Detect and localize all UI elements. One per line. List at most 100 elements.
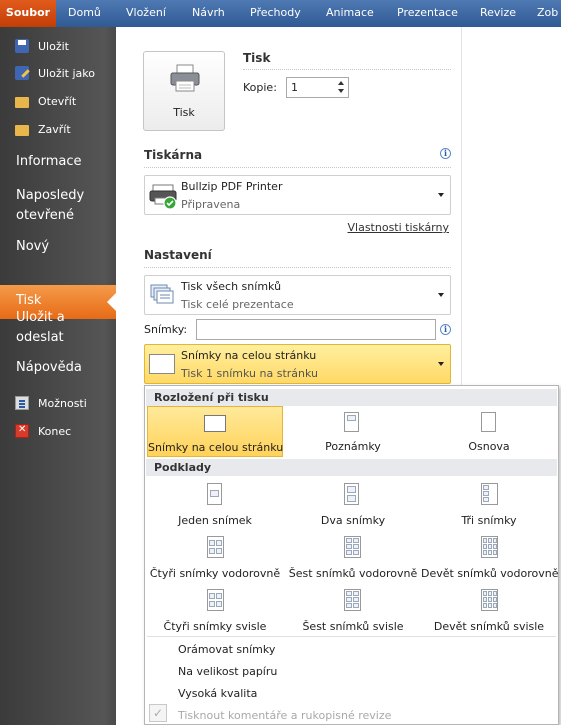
tab-soubor[interactable]: Soubor — [0, 0, 56, 27]
handout-9-horizontal[interactable]: Devět snímků vodorovně — [421, 534, 559, 584]
nav-open[interactable]: Otevřít — [0, 88, 116, 114]
handout-3-icon — [481, 483, 498, 505]
layout-full-page-label: Snímky na celou stránku — [148, 441, 284, 454]
handout-9h-icon — [481, 536, 498, 558]
slides-range-title: Tisk všech snímků — [181, 280, 282, 293]
print-layout-select[interactable]: Snímky na celou stránku Tisk 1 snímku na… — [144, 344, 451, 384]
full-page-slide-icon — [149, 354, 175, 374]
option-high-quality[interactable]: Vysoká kvalita — [178, 687, 257, 700]
printer-icon — [170, 64, 200, 92]
layout-full-page[interactable]: Snímky na celou stránku — [147, 406, 283, 457]
spinner-down-icon[interactable] — [338, 89, 344, 93]
nav-save-as-label: Uložit jako — [38, 66, 95, 80]
handout-4v-icon — [207, 589, 224, 611]
print-layout-desc: Tisk 1 snímku na stránku — [181, 367, 318, 380]
handout-2-slides[interactable]: Dva snímky — [285, 481, 421, 531]
layout-outline[interactable]: Osnova — [421, 406, 557, 457]
nav-help[interactable]: Nápověda — [16, 358, 82, 378]
slides-range-desc: Tisk celé prezentace — [181, 298, 294, 311]
nav-save-label: Uložit — [38, 39, 69, 53]
gallery-layout-heading: Rozložení při tisku — [146, 389, 557, 406]
print-layout-title: Snímky na celou stránku — [181, 349, 317, 362]
settings-separator — [144, 267, 451, 268]
printer-properties-link[interactable]: Vlastnosti tiskárny — [348, 221, 450, 234]
handout-1-slide[interactable]: Jeden snímek — [147, 481, 283, 531]
chevron-down-icon — [438, 293, 444, 297]
handout-6v-icon — [344, 589, 361, 611]
printer-heading: Tiskárna — [144, 148, 203, 162]
nav-exit[interactable]: Konec — [0, 418, 116, 444]
spinner-up-icon[interactable] — [338, 81, 344, 85]
print-button[interactable]: Tisk — [143, 51, 225, 131]
nav-print-label: Tisk — [16, 293, 42, 308]
tab-zobrazeni[interactable]: Zob — [537, 0, 558, 27]
gallery-handouts-heading: Podklady — [146, 459, 557, 476]
nav-open-label: Otevřít — [38, 94, 77, 108]
tab-animace[interactable]: Animace — [326, 0, 374, 27]
nav-save[interactable]: Uložit — [0, 33, 116, 59]
layout-notes[interactable]: Poznámky — [285, 406, 421, 457]
full-page-icon — [204, 415, 226, 432]
printer-info-icon[interactable]: i — [440, 148, 451, 159]
handout-4h-label: Čtyři snímky vodorovně — [149, 567, 281, 580]
slides-range-select[interactable]: Tisk všech snímků Tisk celé prezentace — [144, 275, 451, 315]
nav-save-send-line1: Uložit a — [16, 310, 65, 325]
save-as-icon — [15, 66, 29, 80]
gallery-options-separator — [147, 636, 556, 637]
tab-prechody[interactable]: Přechody — [250, 0, 301, 27]
print-comments-checkbox[interactable]: ✓ — [149, 704, 167, 722]
handout-6-horizontal[interactable]: Šest snímků vodorovně — [285, 534, 421, 584]
save-icon — [15, 39, 29, 53]
options-icon — [15, 396, 29, 410]
slides-info-icon[interactable]: i — [440, 324, 451, 335]
nav-save-as[interactable]: Uložit jako — [0, 60, 116, 86]
handout-3-label: Tři snímky — [461, 514, 517, 527]
handout-9-vertical[interactable]: Devět snímků svisle — [421, 587, 557, 637]
copies-value: 1 — [291, 81, 298, 94]
handout-1-label: Jeden snímek — [178, 514, 252, 527]
nav-options-label: Možnosti — [38, 396, 87, 410]
handout-9v-icon — [481, 589, 498, 611]
handout-4v-label: Čtyři snímky svisle — [163, 620, 267, 633]
handout-1-icon — [207, 483, 222, 505]
tab-revize[interactable]: Revize — [480, 0, 516, 27]
option-frame-slides[interactable]: Orámovat snímky — [178, 643, 275, 656]
handout-9v-label: Devět snímků svisle — [433, 620, 545, 633]
chevron-down-icon — [438, 193, 444, 197]
tab-vlozeni[interactable]: Vložení — [126, 0, 166, 27]
print-button-label: Tisk — [173, 106, 195, 119]
handout-3-slides[interactable]: Tři snímky — [421, 481, 557, 531]
slides-stack-icon — [150, 284, 174, 304]
slides-input[interactable] — [196, 319, 436, 340]
nav-save-send-line2: odeslat — [16, 330, 64, 345]
print-heading-separator — [243, 69, 451, 70]
nav-close[interactable]: Zavřít — [0, 116, 116, 142]
handout-4-horizontal[interactable]: Čtyři snímky vodorovně — [147, 534, 283, 584]
handout-4-vertical[interactable]: Čtyři snímky svisle — [147, 587, 283, 637]
handout-6v-label: Šest snímků svisle — [302, 620, 404, 633]
nav-options[interactable]: Možnosti — [0, 390, 116, 416]
tab-prezentace[interactable]: Prezentace — [397, 0, 458, 27]
nav-exit-label: Konec — [38, 424, 72, 438]
option-scale-to-paper[interactable]: Na velikost papíru — [178, 665, 277, 678]
folder-close-icon — [15, 124, 29, 136]
printer-status: Připravena — [181, 198, 241, 211]
nav-close-label: Zavřít — [38, 122, 71, 136]
nav-info[interactable]: Informace — [16, 152, 82, 172]
settings-heading: Nastavení — [144, 248, 212, 262]
nav-save-send[interactable]: Uložit a odeslat — [16, 308, 65, 348]
copies-spinner[interactable]: 1 — [286, 77, 349, 98]
tab-navrh[interactable]: Návrh — [192, 0, 225, 27]
slides-label: Snímky: — [144, 323, 188, 336]
notes-page-icon — [344, 412, 359, 432]
ribbon-tabs: Soubor Domů Vložení Návrh Přechody Anima… — [0, 0, 561, 27]
nav-recent[interactable]: Naposledy otevřené — [16, 186, 84, 226]
tab-domu[interactable]: Domů — [68, 0, 101, 27]
handout-6-vertical[interactable]: Šest snímků svisle — [285, 587, 421, 637]
option-print-comments[interactable]: Tisknout komentáře a rukopisné revize — [178, 709, 391, 722]
handout-6h-label: Šest snímků vodorovně — [288, 567, 418, 580]
layout-outline-label: Osnova — [468, 440, 510, 453]
nav-recent-line2: otevřené — [16, 208, 75, 223]
nav-new[interactable]: Nový — [16, 237, 49, 257]
printer-select[interactable]: Bullzip PDF Printer Připravena — [144, 175, 451, 215]
